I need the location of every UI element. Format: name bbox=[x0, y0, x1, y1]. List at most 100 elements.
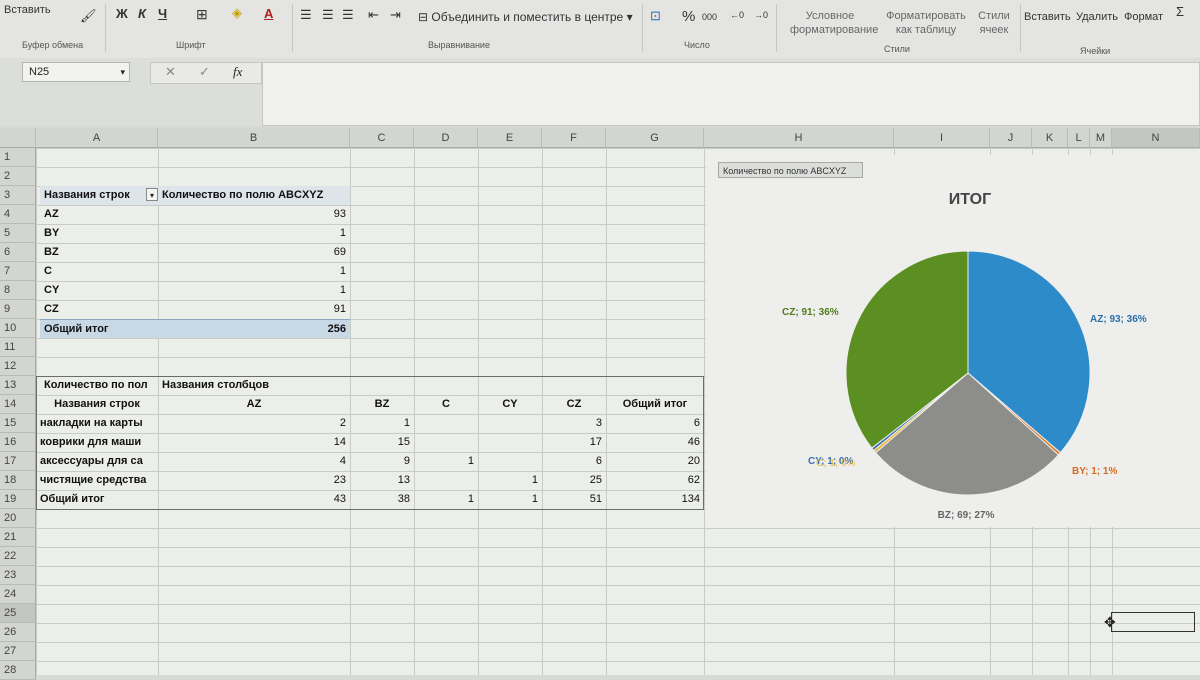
pivot2-col-label[interactable]: AZ bbox=[158, 395, 350, 414]
pivot1-rows-header[interactable]: Названия строк bbox=[40, 186, 158, 205]
row-header[interactable]: 11 bbox=[0, 338, 36, 357]
row-header[interactable]: 3 bbox=[0, 186, 36, 205]
bold-button[interactable]: Ж bbox=[116, 6, 128, 21]
column-header[interactable]: B bbox=[158, 128, 350, 148]
row-header[interactable]: 28 bbox=[0, 661, 36, 680]
pivot2-cell[interactable] bbox=[478, 433, 542, 452]
row-header[interactable]: 21 bbox=[0, 528, 36, 547]
pivot1-row-value[interactable]: 1 bbox=[158, 224, 350, 243]
chart-title[interactable]: ИТОГ bbox=[920, 191, 1020, 209]
pivot2-total-cell[interactable]: 43 bbox=[158, 490, 350, 509]
pivot1-row-value[interactable]: 91 bbox=[158, 300, 350, 319]
row-header[interactable]: 2 bbox=[0, 167, 36, 186]
column-header[interactable]: F bbox=[542, 128, 606, 148]
pivot2-cell[interactable]: 14 bbox=[158, 433, 350, 452]
fill-color-icon[interactable]: ◈ bbox=[232, 5, 242, 21]
formula-input[interactable] bbox=[262, 62, 1200, 126]
row-header[interactable]: 10 bbox=[0, 319, 36, 338]
pivot2-cell[interactable]: 13 bbox=[350, 471, 414, 490]
insert-function-button[interactable]: fx bbox=[233, 64, 242, 80]
pivot1-row-value[interactable]: 1 bbox=[158, 262, 350, 281]
pivot2-col-header[interactable]: Названия столбцов bbox=[158, 376, 350, 395]
row-header[interactable]: 13 bbox=[0, 376, 36, 395]
insert-cells-button[interactable]: Вставить bbox=[1024, 11, 1071, 23]
pivot2-cell[interactable]: 1 bbox=[478, 471, 542, 490]
pivot2-row-header[interactable]: Названия строк bbox=[36, 395, 158, 414]
pivot2-col-label[interactable]: CZ bbox=[542, 395, 606, 414]
pivot2-cell[interactable]: 4 bbox=[158, 452, 350, 471]
underline-button[interactable]: Ч bbox=[158, 6, 167, 21]
paste-button[interactable]: Вставить bbox=[4, 4, 51, 16]
name-box[interactable]: N25 ▾ bbox=[22, 62, 130, 82]
align-left-icon[interactable]: ☰ bbox=[300, 7, 312, 23]
pivot2-cell[interactable]: 17 bbox=[542, 433, 606, 452]
borders-icon[interactable]: ⊞ bbox=[196, 6, 208, 23]
row-header[interactable]: 6 bbox=[0, 243, 36, 262]
column-header[interactable]: A bbox=[36, 128, 158, 148]
confirm-icon[interactable]: ✓ bbox=[199, 64, 210, 80]
pivot2-cell[interactable]: 46 bbox=[606, 433, 704, 452]
column-header[interactable]: M bbox=[1090, 128, 1112, 148]
column-header[interactable]: H bbox=[704, 128, 894, 148]
conditional-formatting-button[interactable]: Условное форматирование bbox=[790, 9, 878, 37]
increase-indent-icon[interactable]: ⇥ bbox=[390, 7, 401, 23]
format-cells-button[interactable]: Формат bbox=[1124, 11, 1163, 23]
align-center-icon[interactable]: ☰ bbox=[322, 7, 334, 23]
pie-chart[interactable] bbox=[706, 155, 1200, 527]
pivot2-total-cell[interactable]: 134 bbox=[606, 490, 704, 509]
currency-format-icon[interactable]: ⊡ bbox=[650, 8, 661, 24]
pivot1-total-value[interactable]: 256 bbox=[158, 319, 350, 338]
increase-decimal-icon[interactable]: ←0 bbox=[730, 10, 744, 20]
pivot2-cell[interactable] bbox=[414, 471, 478, 490]
row-header[interactable]: 20 bbox=[0, 509, 36, 528]
row-header[interactable]: 16 bbox=[0, 433, 36, 452]
column-header[interactable]: I bbox=[894, 128, 990, 148]
row-header[interactable]: 25 bbox=[0, 604, 36, 623]
pivot2-cell[interactable]: 9 bbox=[350, 452, 414, 471]
row-header[interactable]: 26 bbox=[0, 623, 36, 642]
delete-cells-button[interactable]: Удалить bbox=[1076, 11, 1118, 23]
pivot2-row-label[interactable]: аксессуары для са bbox=[36, 452, 158, 471]
row-header[interactable]: 23 bbox=[0, 566, 36, 585]
pivot1-row-value[interactable]: 1 bbox=[158, 281, 350, 300]
pivot2-row-label[interactable]: коврики для маши bbox=[36, 433, 158, 452]
column-header[interactable]: G bbox=[606, 128, 704, 148]
row-header[interactable]: 12 bbox=[0, 357, 36, 376]
select-all-corner[interactable] bbox=[0, 128, 36, 148]
cancel-icon[interactable]: ✕ bbox=[165, 64, 176, 80]
pivot1-row-label[interactable]: AZ bbox=[40, 205, 158, 224]
row-header[interactable]: 4 bbox=[0, 205, 36, 224]
column-header[interactable]: J bbox=[990, 128, 1032, 148]
pivot1-row-value[interactable]: 69 bbox=[158, 243, 350, 262]
pivot2-cell[interactable]: 15 bbox=[350, 433, 414, 452]
pivot1-row-label[interactable]: CY bbox=[40, 281, 158, 300]
pivot2-cell[interactable] bbox=[478, 452, 542, 471]
column-header[interactable]: D bbox=[414, 128, 478, 148]
row-header[interactable]: 9 bbox=[0, 300, 36, 319]
autosum-icon[interactable]: Σ bbox=[1176, 4, 1184, 19]
row-header[interactable]: 8 bbox=[0, 281, 36, 300]
pivot2-col-label[interactable]: CY bbox=[478, 395, 542, 414]
pivot2-row-label[interactable]: чистящие средства bbox=[36, 471, 158, 490]
row-header[interactable]: 5 bbox=[0, 224, 36, 243]
pivot2-cell[interactable] bbox=[414, 414, 478, 433]
decrease-indent-icon[interactable]: ⇤ bbox=[368, 7, 379, 23]
pivot2-cell[interactable]: 1 bbox=[350, 414, 414, 433]
row-header[interactable]: 14 bbox=[0, 395, 36, 414]
pivot2-cell[interactable]: 23 bbox=[158, 471, 350, 490]
pivot2-cell[interactable]: 20 bbox=[606, 452, 704, 471]
merge-center-button[interactable]: ⊟ Объединить и поместить в центре ▾ bbox=[418, 10, 633, 24]
row-header[interactable]: 27 bbox=[0, 642, 36, 661]
row-header[interactable]: 7 bbox=[0, 262, 36, 281]
pivot2-col-label[interactable]: C bbox=[414, 395, 478, 414]
italic-button[interactable]: К bbox=[138, 6, 146, 21]
column-header-selected[interactable]: N bbox=[1112, 128, 1200, 148]
pivot2-total-cell[interactable]: 51 bbox=[542, 490, 606, 509]
column-header[interactable]: L bbox=[1068, 128, 1090, 148]
pivot2-cell[interactable]: 3 bbox=[542, 414, 606, 433]
pivot1-row-label[interactable]: C bbox=[40, 262, 158, 281]
pivot2-row-label[interactable]: накладки на карты bbox=[36, 414, 158, 433]
pivot1-total-label[interactable]: Общий итог bbox=[40, 319, 158, 338]
pivot2-cell[interactable]: 6 bbox=[606, 414, 704, 433]
pivot2-cell[interactable]: 2 bbox=[158, 414, 350, 433]
